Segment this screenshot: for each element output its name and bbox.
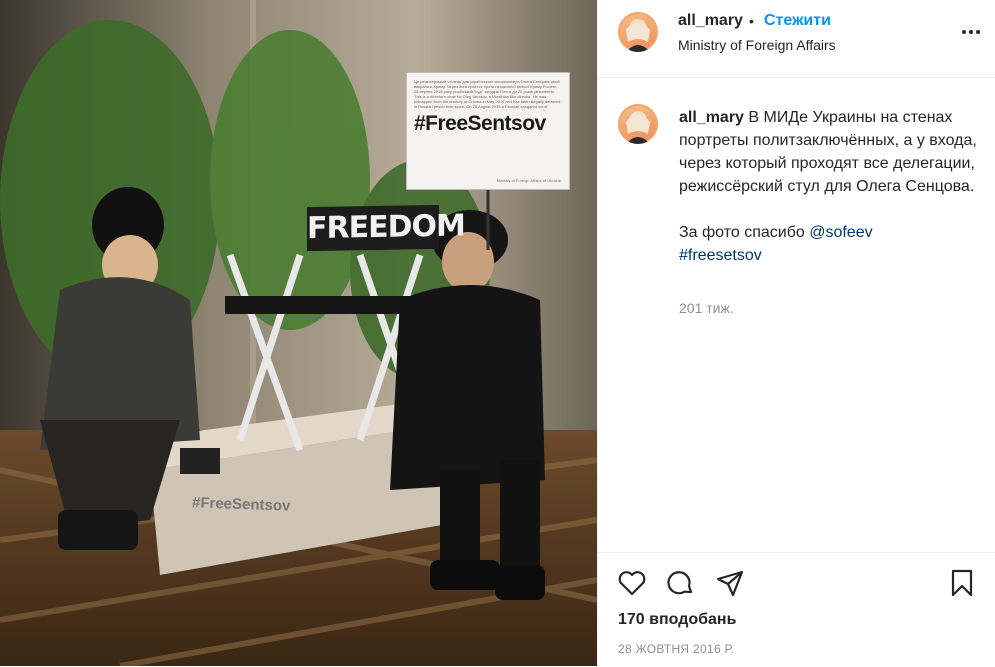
bookmark-icon[interactable] (946, 567, 978, 599)
caption-username[interactable]: all_mary (679, 109, 744, 126)
avatar[interactable] (618, 12, 658, 52)
post-container: Це режисерський стілець для українського… (0, 0, 995, 666)
post-photo[interactable]: Це режисерський стілець для українського… (0, 0, 597, 666)
share-icon[interactable] (714, 567, 746, 599)
mention-link[interactable]: @sofeev (809, 224, 872, 241)
box-label: #FreeSentsov (191, 494, 291, 515)
actions-bar: 170 вподобань 28 ЖОВТНЯ 2016 Р. (598, 552, 995, 667)
caption-avatar[interactable] (618, 104, 658, 144)
caption-age[interactable]: 201 тиж. (679, 300, 734, 316)
caption-thanks: За фото спасибо (679, 224, 810, 241)
sign-hashtag: #FreeSentsov (414, 112, 546, 135)
separator-dot: • (749, 13, 754, 29)
follow-button[interactable]: Стежити (764, 12, 831, 30)
caption-avatar-image (618, 104, 658, 144)
chair-label: FREEDOM (307, 204, 465, 252)
sign-small-text: Це режисерський стілець для українського… (414, 79, 561, 111)
more-horizontal-icon[interactable] (961, 22, 981, 36)
sign-footer: Ministry of Foreign Affairs of Ukraine (496, 178, 561, 183)
post-side-panel: all_mary • Стежити Ministry of Foreign A… (597, 0, 995, 666)
caption-text: all_mary В МИДе Украины на стенах портре… (679, 106, 989, 267)
free-sentsov-sign: Це режисерський стілець для українського… (406, 72, 570, 190)
post-header: all_mary • Стежити Ministry of Foreign A… (598, 0, 995, 78)
likes-count[interactable]: 170 вподобань (618, 611, 736, 629)
heart-icon[interactable] (616, 567, 648, 599)
location-link[interactable]: Ministry of Foreign Affairs (678, 37, 836, 53)
post-date[interactable]: 28 ЖОВТНЯ 2016 Р. (618, 642, 734, 656)
username-link[interactable]: all_mary (678, 12, 743, 30)
hashtag-link[interactable]: #freesetsov (679, 247, 762, 264)
comment-icon[interactable] (664, 567, 696, 599)
avatar-image (618, 12, 658, 52)
